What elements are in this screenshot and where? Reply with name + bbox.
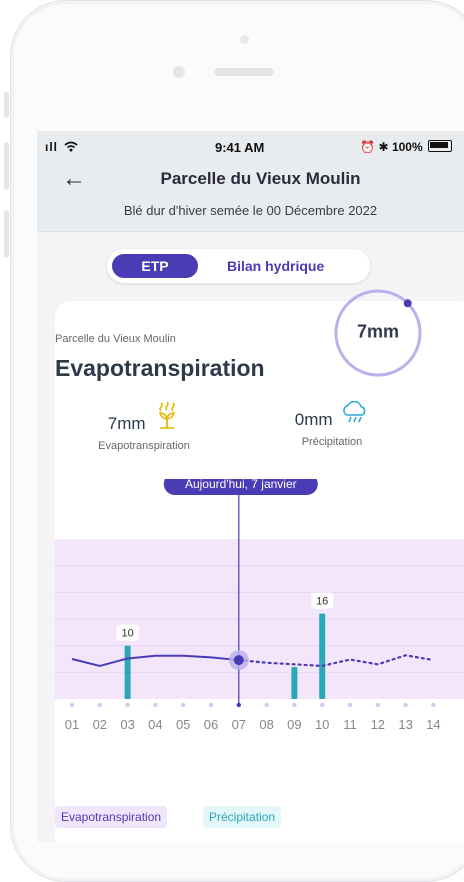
legend-precipitation[interactable]: Précipitation (203, 806, 282, 828)
status-bar: ıll 9:41 AM ⏰ ✱ 100% (37, 131, 464, 161)
x-tick-label: 01 (65, 717, 79, 732)
data-label: 10 (121, 628, 133, 640)
day-dot (181, 702, 186, 708)
today-point (233, 655, 244, 666)
day-dot (125, 702, 130, 708)
gauge-value: 7mm (356, 321, 400, 342)
alarm-icon: ⏰ (360, 140, 376, 154)
wifi-icon (64, 141, 78, 152)
x-tick-label: 13 (398, 717, 412, 732)
page-header: ← Parcelle du Vieux Moulin Blé dur d'hiv… (37, 161, 464, 232)
data-label: 16 (316, 596, 328, 608)
x-tick-label: 07 (232, 717, 246, 732)
tab-etp[interactable]: ETP (112, 254, 198, 278)
crop-subtitle: Blé dur d'hiver semée le 00 Décembre 202… (123, 203, 378, 218)
day-dot (375, 702, 380, 708)
rain-cloud-icon (343, 400, 366, 423)
phone-camera (173, 66, 185, 78)
x-tick-label: 12 (371, 717, 385, 732)
x-tick-label: 08 (259, 717, 273, 732)
card-title: Evapotranspiration (55, 355, 265, 381)
x-tick-label: 10 (315, 717, 329, 732)
evapotranspiration-icon (159, 401, 176, 429)
x-tick-label: 06 (204, 717, 218, 732)
day-dot (431, 702, 436, 708)
stat-precipitation: 0mm Précipitation (277, 400, 387, 448)
day-dot (347, 702, 353, 708)
precip-bar (291, 667, 298, 699)
status-right: ⏰ ✱ 100% (360, 140, 452, 154)
etp-chart: 10 16 Aujourd'hui, 7 janvier 01 02 03 04 05 06 07… (55, 479, 464, 732)
day-dot (320, 702, 325, 708)
app-screen: ıll 9:41 AM ⏰ ✱ 100% ← Parcelle du Vieux… (37, 131, 464, 842)
precip-bar (319, 613, 326, 699)
etp-card: Parcelle du Vieux Moulin Evapotranspirat… (55, 289, 464, 842)
day-dot (97, 702, 102, 708)
stat-value: 0mm (294, 410, 333, 429)
stat-label: Evapotranspiration (98, 440, 190, 452)
battery-percent: 100% (391, 140, 423, 154)
stat-value: 7mm (107, 414, 146, 433)
view-toggle: ETP Bilan hydrique (107, 249, 370, 283)
phone-speaker (214, 68, 274, 76)
day-dot (292, 702, 297, 708)
status-time: 9:41 AM (215, 140, 265, 155)
x-tick-label: 02 (93, 717, 107, 732)
today-label: Aujourd'hui, 7 janvier (185, 479, 297, 491)
x-tick-label: 05 (176, 717, 190, 732)
day-dot (153, 702, 158, 708)
stat-evapotranspiration: 7mm Evapotranspiration (85, 401, 203, 452)
stat-label: Précipitation (301, 436, 363, 448)
side-button (4, 142, 9, 190)
x-tick-label: 11 (343, 717, 357, 732)
bluetooth-icon: ✱ (378, 140, 389, 154)
battery-icon (428, 140, 452, 152)
phone-sensor (240, 35, 249, 44)
x-tick-label: 09 (287, 717, 301, 732)
side-button (4, 210, 9, 258)
day-dot (208, 702, 214, 708)
day-dot (403, 702, 408, 708)
legend-evapotranspiration[interactable]: Evapotranspiration (55, 806, 168, 828)
x-tick-label: 14 (426, 717, 440, 732)
x-tick-label: 04 (148, 717, 162, 732)
day-dot (69, 702, 75, 708)
x-tick-label: 03 (120, 717, 134, 732)
side-button (4, 92, 9, 118)
tab-bilan-hydrique[interactable]: Bilan hydrique (227, 254, 324, 278)
parcel-name: Parcelle du Vieux Moulin (55, 333, 176, 345)
etp-gauge: 7mm (332, 287, 424, 379)
gauge-indicator (403, 299, 412, 308)
day-dot (264, 702, 269, 708)
signal-wifi-icons: ıll (45, 140, 78, 154)
page-title: Parcelle du Vieux Moulin (160, 169, 361, 188)
precip-bar (124, 645, 131, 699)
